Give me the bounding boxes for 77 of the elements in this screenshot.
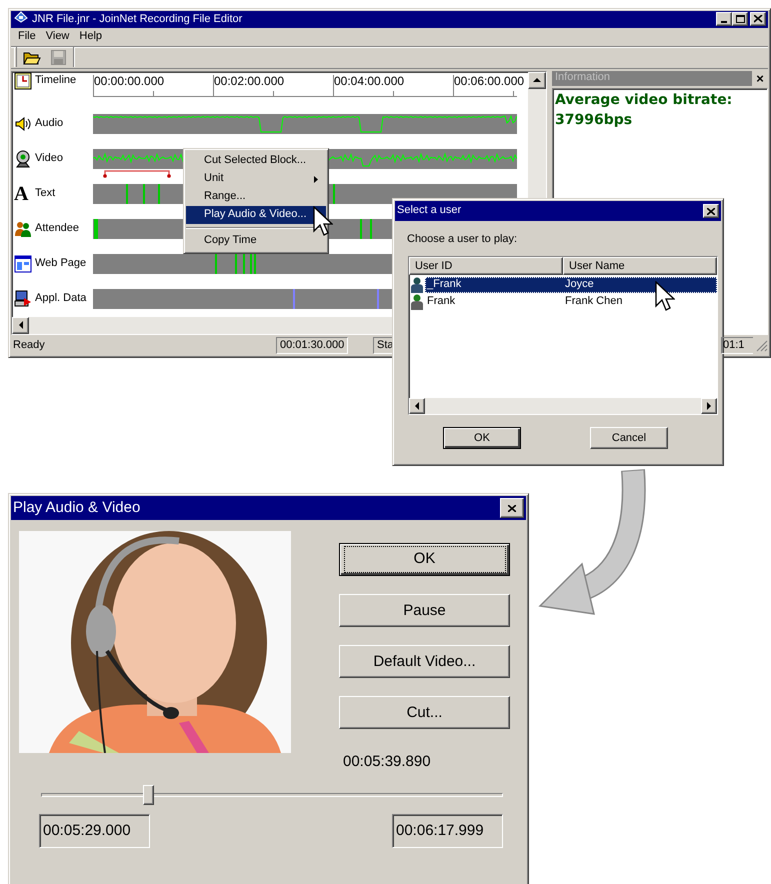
user-list[interactable]: User ID User Name _Frank Joyce Frank Frank Chen <box>408 256 718 416</box>
user-icon <box>409 276 425 293</box>
minimize-button[interactable] <box>716 12 732 26</box>
close-button[interactable] <box>750 12 766 26</box>
people-icon <box>14 220 32 238</box>
close-button[interactable]: × <box>752 72 768 84</box>
dialog-button[interactable]: OK <box>339 543 510 576</box>
panel-title: Information <box>552 70 752 86</box>
menu-item[interactable]: Help <box>74 29 108 44</box>
dialog-button[interactable]: OK <box>443 427 521 450</box>
up-arrow-icon <box>533 77 541 83</box>
track-label: Web Page <box>35 257 86 271</box>
speaker-icon <box>14 115 32 133</box>
user-name-cell: Joyce <box>565 278 594 292</box>
track-label: Appl. Data <box>35 292 86 306</box>
user-icon <box>409 294 425 310</box>
scroll-up-button[interactable] <box>528 72 546 88</box>
track-label: Attendee <box>35 222 80 236</box>
menu-item[interactable]: Unit <box>186 170 326 188</box>
close-icon <box>754 15 762 24</box>
left-arrow-icon <box>414 402 420 410</box>
scroll-right-button[interactable] <box>701 398 717 414</box>
tick-label: 00:00:00.000 <box>94 74 164 86</box>
track-label: Text <box>35 187 56 201</box>
scroll-left-button[interactable] <box>12 316 29 334</box>
mouse-pointer-icon <box>313 206 333 237</box>
start-time-field[interactable]: 00:05:29.000 <box>39 814 150 848</box>
window-icon <box>14 255 32 273</box>
column-header[interactable]: User ID <box>409 257 563 276</box>
menu-item[interactable]: Copy Time <box>186 232 326 250</box>
column-header[interactable]: User Name <box>563 257 717 276</box>
prompt-text: Choose a user to play: <box>407 233 518 246</box>
close-button[interactable] <box>703 204 719 218</box>
menu-item[interactable]: File <box>13 29 41 44</box>
close-icon <box>508 504 516 512</box>
mouse-pointer-icon <box>655 281 675 312</box>
letter-icon: A <box>14 184 32 204</box>
maximize-icon <box>736 15 744 24</box>
submenu-arrow-icon <box>314 176 318 182</box>
dialog-button[interactable]: Cut... <box>339 696 510 729</box>
tick-label: 00:04:00.000 <box>334 74 404 86</box>
left-arrow-icon <box>18 321 24 329</box>
dialog-button[interactable]: Cancel <box>590 427 668 450</box>
computer-icon <box>14 290 32 308</box>
menu-item[interactable]: Play Audio & Video... <box>186 206 326 224</box>
user-id-cell-text: Frank <box>426 295 456 308</box>
info-text: 37996bps <box>555 112 634 130</box>
list-row[interactable]: Frank Frank Chen <box>409 293 717 310</box>
selection-bracket <box>103 170 173 178</box>
status-text: Ready <box>12 339 46 352</box>
slider-thumb[interactable] <box>142 785 154 805</box>
track-label: Video <box>35 152 63 166</box>
folder-icon <box>23 50 41 65</box>
tick-label: 00:02:00.000 <box>214 74 284 86</box>
tick-label: 00:06:00.000 <box>454 74 524 86</box>
info-text: Average video bitrate: <box>555 92 734 108</box>
status-panel: 00:01:30.000 <box>276 337 348 354</box>
end-time-field[interactable]: 00:06:17.999 <box>392 814 503 848</box>
scroll-left-button[interactable] <box>409 398 425 414</box>
maximize-button[interactable] <box>732 12 748 26</box>
track-label: Timeline <box>35 74 76 88</box>
window-title: JNR File.jnr - JoinNet Recording File Editor <box>32 12 242 26</box>
webcam-icon <box>14 150 32 168</box>
menu-item[interactable]: View <box>40 29 74 44</box>
resize-grip-icon[interactable] <box>756 340 768 352</box>
close-icon <box>707 208 715 214</box>
track-label: Audio <box>35 117 64 131</box>
horizontal-scrollbar[interactable] <box>409 398 717 414</box>
dialog-button[interactable]: Default Video... <box>339 645 510 678</box>
user-name-cell: Frank Chen <box>565 295 622 308</box>
current-time-text: 00:05:39.890 <box>343 753 432 771</box>
dialog-title: Select a user <box>397 204 462 218</box>
right-arrow-icon <box>706 402 712 410</box>
close-button[interactable] <box>500 498 524 518</box>
dialog-title: Play Audio & Video <box>13 499 140 517</box>
dialog-button[interactable]: Pause <box>339 594 510 627</box>
user-id-cell-text: _Frank <box>426 278 462 292</box>
